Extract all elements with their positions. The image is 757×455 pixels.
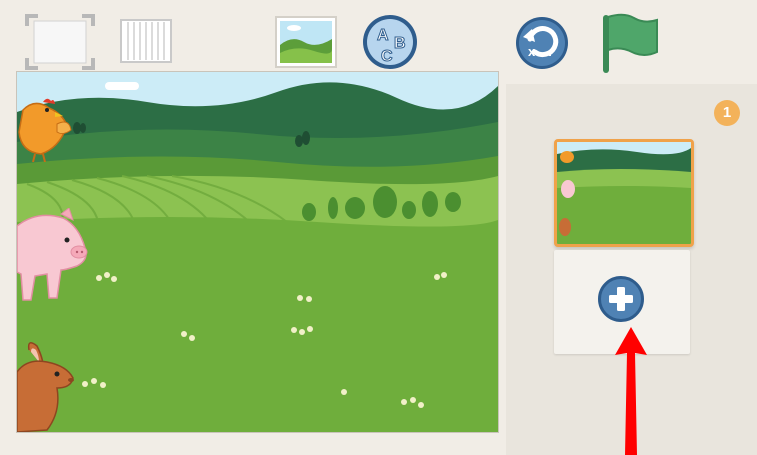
rabbit-character[interactable] (17, 342, 79, 432)
green-flag-icon (603, 13, 658, 73)
background-button[interactable] (274, 15, 338, 69)
svg-text:A: A (377, 27, 389, 44)
svg-text:C: C (381, 48, 393, 65)
fullscreen-button[interactable] (24, 12, 96, 72)
green-flag-button[interactable] (600, 12, 660, 74)
page-thumbnail-1[interactable] (554, 139, 694, 247)
plus-icon (609, 287, 633, 311)
add-page-button[interactable] (598, 276, 644, 322)
chicken-character[interactable] (17, 96, 73, 162)
abc-text-icon: A B C (363, 15, 417, 69)
undo-reset-icon: x (516, 17, 568, 69)
grid-button[interactable] (117, 16, 175, 66)
pig-character[interactable] (17, 208, 91, 304)
reset-button[interactable]: x (513, 15, 571, 71)
stage-canvas[interactable] (16, 71, 499, 433)
page-thumbnail-image (557, 142, 691, 244)
page-count-badge: 1 (714, 100, 740, 126)
svg-text:x: x (528, 44, 536, 59)
grid-icon (120, 19, 172, 63)
svg-text:B: B (394, 35, 406, 52)
landscape-image-icon (275, 16, 337, 68)
text-button[interactable]: A B C (360, 13, 420, 71)
fullscreen-icon (25, 14, 95, 70)
red-arrow-annotation (615, 327, 647, 455)
